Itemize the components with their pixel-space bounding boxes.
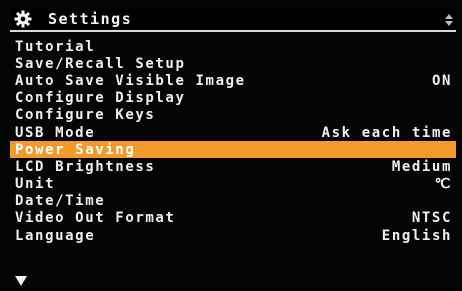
menu-item-label: USB Mode [15, 124, 96, 141]
menu-item-configure-display[interactable]: Configure Display [10, 90, 456, 107]
menu-item-configure-keys[interactable]: Configure Keys [10, 107, 456, 124]
menu-item-value: ℃ [434, 176, 452, 193]
menu-item-label: Unit [15, 176, 56, 193]
menu-item-label: Video Out Format [15, 210, 176, 227]
settings-menu: Tutorial Save/Recall Setup Auto Save Vis… [10, 38, 456, 244]
up-down-arrows-icon [444, 12, 454, 26]
menu-item-label: Power Saving [15, 141, 136, 158]
menu-item-video-out-format[interactable]: Video Out Format NTSC [10, 210, 456, 227]
scroll-down-icon[interactable] [14, 272, 28, 286]
menu-item-label: Configure Display [15, 90, 186, 107]
menu-item-save-recall-setup[interactable]: Save/Recall Setup [10, 55, 456, 72]
page-title: Settings [48, 10, 133, 28]
menu-item-usb-mode[interactable]: USB Mode Ask each time [10, 124, 456, 141]
menu-item-auto-save-visible-image[interactable]: Auto Save Visible Image ON [10, 72, 456, 89]
menu-item-power-saving[interactable]: Power Saving [10, 141, 456, 159]
menu-item-value: Ask each time [321, 124, 452, 141]
menu-item-label: Configure Keys [15, 107, 156, 124]
menu-item-tutorial[interactable]: Tutorial [10, 38, 456, 55]
menu-item-value: ON [431, 72, 452, 89]
menu-item-label: Auto Save Visible Image [15, 72, 246, 89]
menu-item-value: Medium [391, 158, 452, 175]
menu-item-unit[interactable]: Unit ℃ [10, 176, 456, 193]
menu-item-label: Language [15, 227, 96, 244]
menu-item-lcd-brightness[interactable]: LCD Brightness Medium [10, 158, 456, 175]
menu-item-label: Date/Time [15, 193, 106, 210]
gear-icon [12, 8, 34, 30]
menu-item-label: Save/Recall Setup [15, 55, 186, 72]
menu-item-label: LCD Brightness [15, 158, 156, 175]
settings-header: Settings [10, 8, 456, 32]
menu-item-value: NTSC [411, 210, 452, 227]
menu-item-date-time[interactable]: Date/Time [10, 193, 456, 210]
menu-item-label: Tutorial [15, 38, 96, 55]
menu-item-language[interactable]: Language English [10, 227, 456, 244]
settings-screen: Settings Tutorial Save/Recall Setup Auto… [0, 0, 462, 289]
menu-item-value: English [381, 227, 452, 244]
